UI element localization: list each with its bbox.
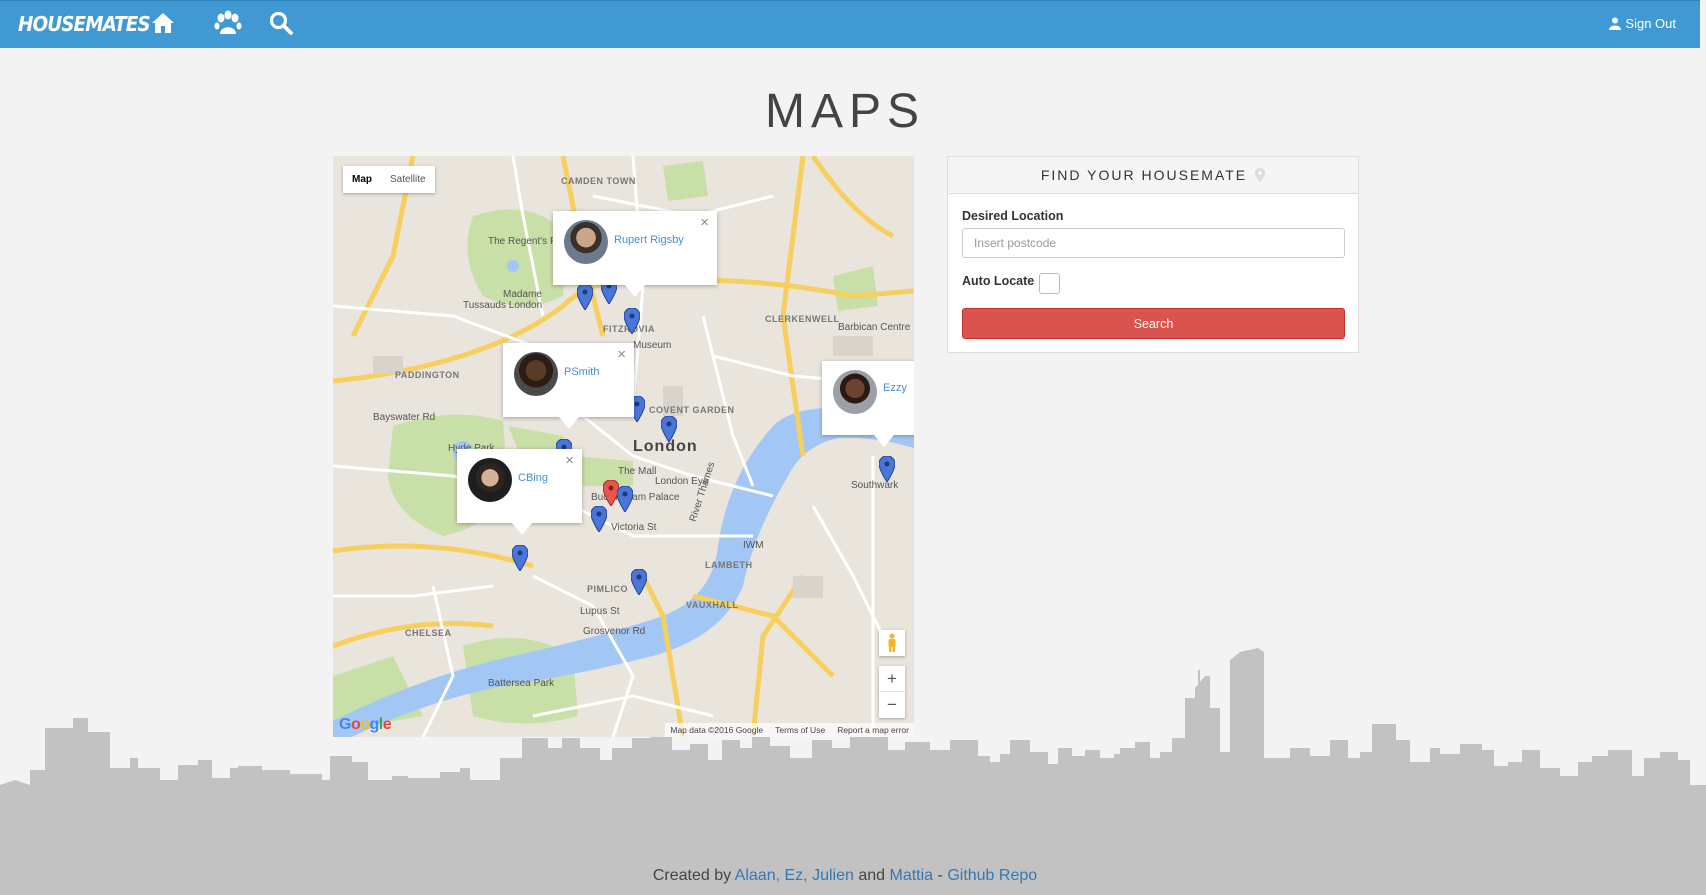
map-label: Battersea Park	[488, 678, 555, 689]
navbar: HOUSEMATES Sign Out	[0, 0, 1700, 48]
map-marker[interactable]	[661, 416, 677, 442]
map-label: Madame	[503, 289, 542, 300]
map-attribution: Map data ©2016 Google Terms of Use Repor…	[665, 723, 914, 737]
map-label: Victoria St	[611, 522, 657, 533]
map-label: VAUXHALL	[686, 600, 739, 610]
map-label: Grosvenor Rd	[583, 626, 646, 637]
housemate-name-link[interactable]: PSmith	[564, 366, 599, 378]
footer-created-by: Created by	[652, 867, 732, 884]
google-map[interactable]: Map Satellite CAMDEN TOWN The Regent's P…	[333, 156, 914, 737]
map-label: LAMBETH	[705, 560, 753, 570]
auto-locate-label: Auto Locate	[962, 274, 1035, 288]
map-marker[interactable]	[577, 284, 593, 310]
map-marker[interactable]	[631, 569, 647, 595]
close-icon[interactable]: ×	[565, 452, 574, 469]
info-window-tail	[559, 417, 579, 429]
map-type-satellite-button[interactable]: Satellite	[381, 166, 435, 193]
street-view-pegman-icon[interactable]	[879, 630, 905, 656]
map-type-map-button[interactable]: Map	[343, 166, 381, 193]
sign-out-label: Sign Out	[1625, 16, 1676, 31]
map-marker[interactable]	[512, 545, 528, 571]
map-label: IWM	[743, 540, 764, 551]
find-housemate-panel: FIND YOUR HOUSEMATE Desired Location Aut…	[947, 156, 1359, 353]
report-map-error-link[interactable]: Report a map error	[837, 725, 909, 735]
map-label: CLERKENWELL	[765, 314, 840, 324]
author-link-julien[interactable]: Julien	[812, 867, 854, 884]
map-label: CHELSEA	[405, 628, 452, 638]
housemate-name-link[interactable]: Rupert Rigsby	[614, 234, 684, 246]
footer-and: and	[858, 867, 886, 884]
map-label: Lupus St	[580, 606, 620, 617]
author-link-ez[interactable]: Ez	[785, 867, 804, 884]
zoom-in-button[interactable]: +	[879, 666, 905, 692]
author-link-alaan[interactable]: Alaan	[735, 867, 776, 884]
info-window-tail	[512, 523, 532, 535]
map-label: The Mall	[618, 466, 657, 477]
map-label: PIMLICO	[587, 584, 628, 594]
info-window-cbing: CBing ×	[457, 449, 582, 535]
terms-of-use-link[interactable]: Terms of Use	[775, 725, 825, 735]
footer-dash: -	[937, 867, 943, 884]
footer-comma: ,	[775, 867, 781, 884]
map-marker[interactable]	[624, 308, 640, 334]
info-window-tail	[625, 285, 645, 297]
search-button[interactable]: Search	[962, 308, 1345, 339]
user-icon	[1609, 17, 1622, 30]
users-icon[interactable]	[213, 10, 242, 38]
brand-logo[interactable]: HOUSEMATES	[18, 12, 151, 36]
search-icon[interactable]	[268, 10, 296, 38]
avatar	[833, 370, 877, 414]
avatar	[468, 458, 512, 502]
postcode-input[interactable]	[962, 228, 1345, 258]
map-label: PADDINGTON	[395, 370, 460, 380]
map-data-attribution: Map data ©2016 Google	[670, 725, 764, 735]
map-label: COVENT GARDEN	[649, 405, 735, 415]
map-pin-icon	[1255, 168, 1266, 182]
zoom-control: + −	[879, 666, 905, 718]
google-logo[interactable]: Google	[339, 716, 392, 734]
author-link-mattia[interactable]: Mattia	[890, 867, 934, 884]
map-label: CAMDEN TOWN	[561, 176, 636, 186]
close-icon[interactable]: ×	[617, 346, 626, 363]
map-label: Barbican Centre	[838, 322, 911, 333]
desired-location-label: Desired Location	[962, 209, 1064, 223]
avatar	[564, 220, 608, 264]
housemate-name-link[interactable]: Ezzy	[883, 382, 907, 394]
info-window-rupert-rigsby: Rupert Rigsby ×	[553, 211, 717, 297]
footer: Created by Alaan, Ez, Julien and Mattia …	[0, 867, 1690, 885]
close-icon[interactable]: ×	[700, 214, 709, 231]
map-label: Tussauds London	[463, 300, 543, 311]
auto-locate-checkbox[interactable]	[1039, 273, 1060, 294]
map-marker[interactable]	[879, 456, 895, 482]
panel-heading: FIND YOUR HOUSEMATE	[948, 157, 1358, 194]
info-window-psmith: PSmith ×	[503, 343, 634, 429]
info-window-tail	[874, 435, 894, 447]
home-icon[interactable]	[150, 10, 178, 38]
map-label: Bayswater Rd	[373, 412, 436, 423]
zoom-out-button[interactable]: −	[879, 692, 905, 718]
footer-comma: ,	[803, 867, 808, 884]
housemate-name-link[interactable]: CBing	[518, 472, 548, 484]
map-marker[interactable]	[591, 506, 607, 532]
map-type-control: Map Satellite	[343, 166, 435, 193]
map-label: Museum	[633, 340, 672, 351]
map-marker[interactable]	[617, 486, 633, 512]
avatar	[514, 352, 558, 396]
panel-title: FIND YOUR HOUSEMATE	[1040, 167, 1248, 183]
github-repo-link[interactable]: Github Repo	[947, 867, 1037, 884]
info-window-ezzy: Ezzy	[822, 361, 914, 447]
sign-out-button[interactable]: Sign Out	[1609, 16, 1676, 31]
page-title: MAPS	[764, 85, 926, 138]
